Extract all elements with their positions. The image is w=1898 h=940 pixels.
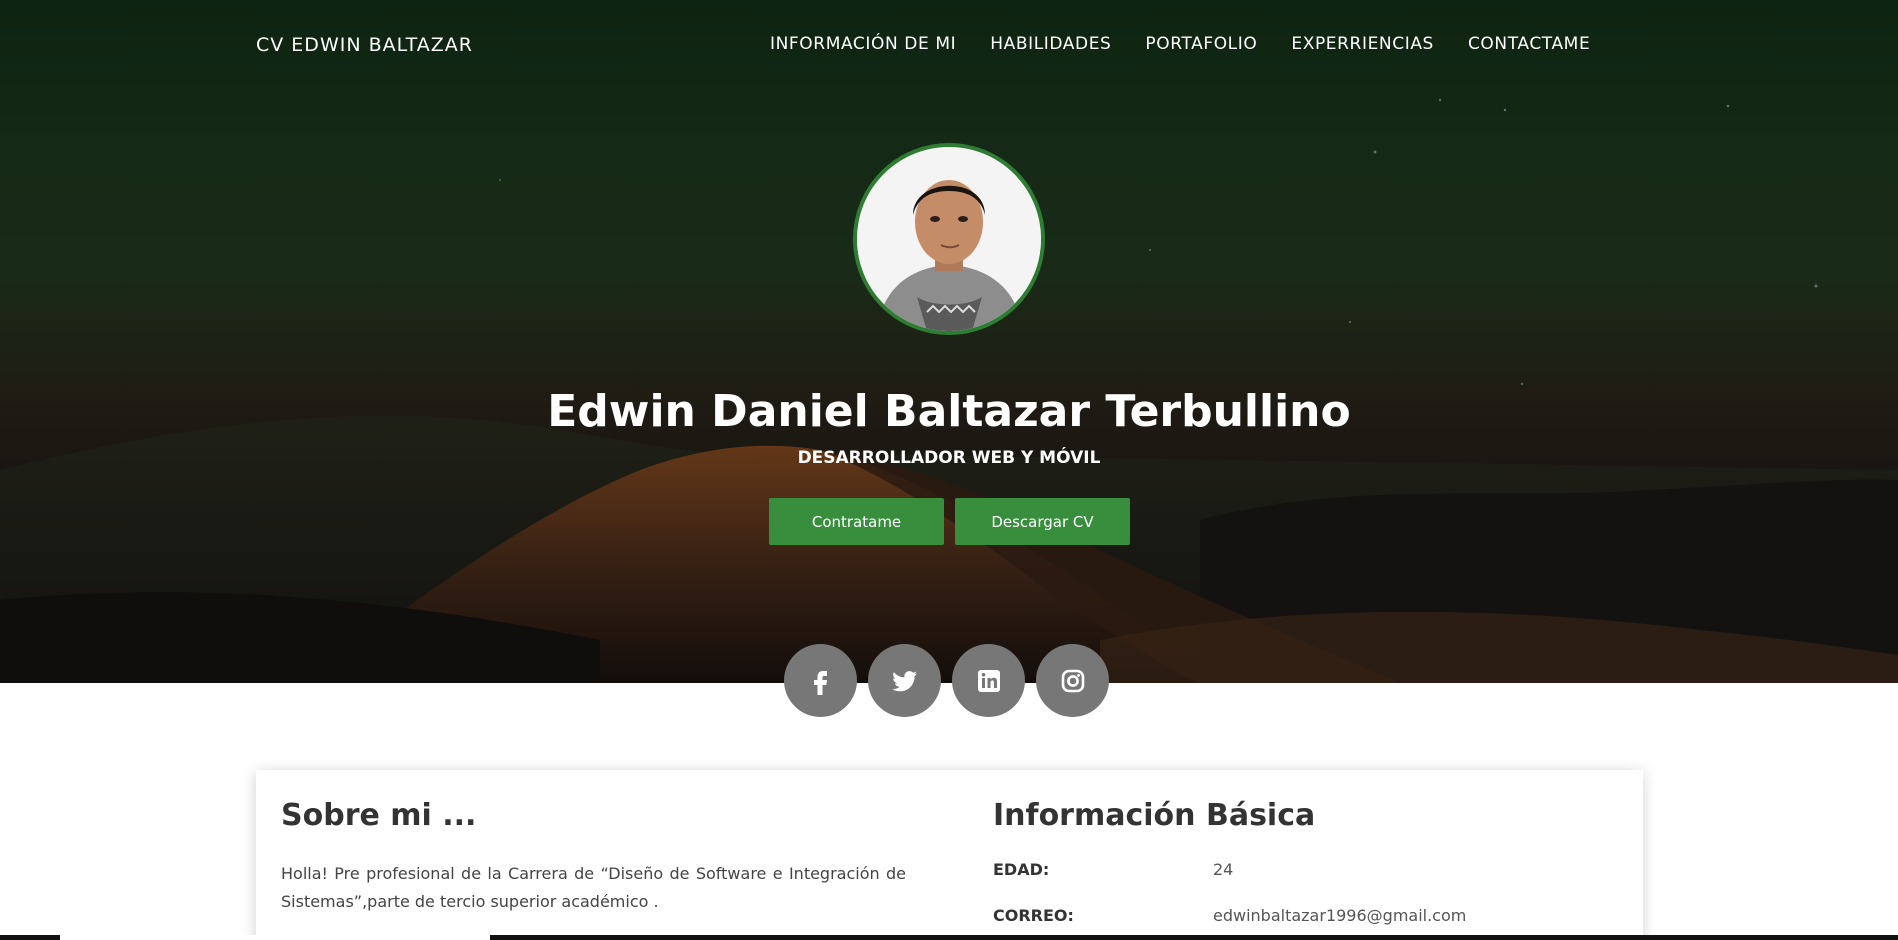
scroll-thumb[interactable] xyxy=(60,935,490,940)
age-label: EDAD: xyxy=(993,860,1050,879)
about-text: Holla! Pre profesional de la Carrera de … xyxy=(281,864,906,911)
hero-name: Edwin Daniel Baltazar Terbullino xyxy=(547,386,1351,437)
instagram-link[interactable] xyxy=(1036,644,1109,717)
email-value[interactable]: edwinbaltazar1996@gmail.com xyxy=(1213,906,1466,925)
star-field xyxy=(498,98,1818,386)
profile-photo xyxy=(857,147,1041,331)
hero-role: DESARROLLADOR WEB Y MÓVIL xyxy=(797,448,1101,468)
profile-avatar xyxy=(853,143,1045,335)
twitter-icon xyxy=(891,670,917,691)
nav-link-portafolio[interactable]: PORTAFOLIO xyxy=(1145,34,1257,54)
nav-link-contactame[interactable]: CONTACTAME xyxy=(1468,34,1590,54)
facebook-icon xyxy=(813,670,827,695)
site-brand[interactable]: CV EDWIN BALTAZAR xyxy=(256,34,473,56)
linkedin-link[interactable] xyxy=(952,644,1025,717)
email-label: CORREO: xyxy=(993,906,1074,925)
nav-link-informacion[interactable]: INFORMACIÓN DE MI xyxy=(770,34,956,54)
top-navigation: CV EDWIN BALTAZAR INFORMACIÓN DE MI HABI… xyxy=(0,0,1898,92)
bottom-scroll-bar xyxy=(0,935,1898,940)
about-heading: Sobre mi ... xyxy=(281,798,477,833)
profile-summary-card: Sobre mi ... Holla! Pre profesional de l… xyxy=(256,770,1643,940)
social-links xyxy=(784,644,1109,717)
hire-button[interactable]: Contratame xyxy=(769,498,944,545)
hero-section: CV EDWIN BALTAZAR INFORMACIÓN DE MI HABI… xyxy=(0,0,1898,683)
facebook-link[interactable] xyxy=(784,644,857,717)
basic-info-heading: Información Básica xyxy=(993,798,1316,833)
download-cv-button[interactable]: Descargar CV xyxy=(955,498,1130,545)
linkedin-icon xyxy=(977,669,1000,692)
age-value: 24 xyxy=(1213,860,1234,879)
nav-link-habilidades[interactable]: HABILIDADES xyxy=(990,34,1111,54)
twitter-link[interactable] xyxy=(868,644,941,717)
instagram-icon xyxy=(1061,669,1084,692)
nav-links: INFORMACIÓN DE MI HABILIDADES PORTAFOLIO… xyxy=(770,34,1624,54)
nav-link-experiencias[interactable]: EXPERRIENCIAS xyxy=(1291,34,1434,54)
